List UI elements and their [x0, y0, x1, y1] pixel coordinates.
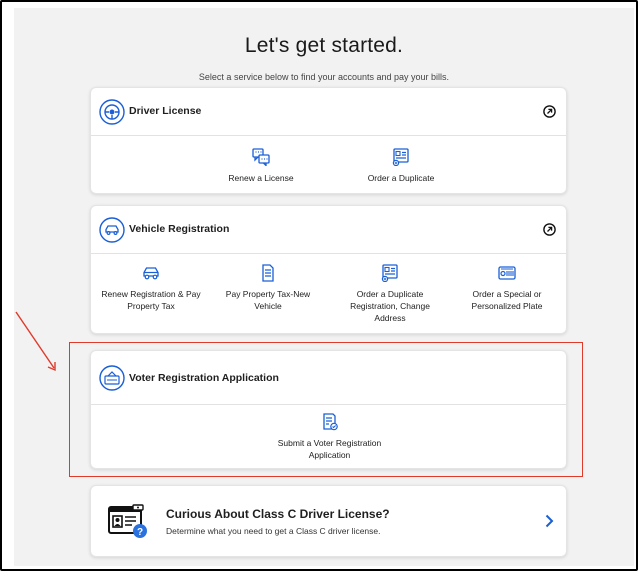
id-card-question-icon: ?: [108, 504, 147, 538]
chevron-right-icon[interactable]: [544, 514, 554, 528]
renew-registration-link[interactable]: Renew Registration & Pay Property Tax: [95, 264, 207, 312]
screenshot-frame: Let's get started. Select a service belo…: [0, 0, 638, 571]
document-icon: [262, 264, 274, 282]
id-card-icon: [381, 264, 398, 282]
external-link-icon[interactable]: [543, 105, 556, 118]
special-plate-link[interactable]: Order a Special or Personalized Plate: [451, 264, 563, 312]
page-subtitle: Select a service below to find your acco…: [198, 72, 450, 82]
chat-bubbles-icon: [252, 148, 270, 166]
vehicle-registration-header[interactable]: Vehicle Registration: [91, 206, 566, 254]
page-title: Let's get started.: [244, 34, 404, 57]
driver-license-icon: [99, 99, 125, 125]
order-duplicate-link[interactable]: Order a Duplicate: [341, 148, 461, 184]
license-plate-icon: [498, 266, 516, 280]
page-canvas: Let's get started. Select a service belo…: [14, 8, 634, 566]
vehicle-registration-card: Vehicle Registration Renew Registration …: [90, 205, 567, 334]
promo-subtitle: Determine what you need to get a Class C…: [166, 526, 381, 536]
id-card-icon: [392, 148, 409, 166]
highlight-box: [69, 342, 583, 477]
promo-title: Curious About Class C Driver License?: [166, 507, 390, 521]
car-icon: [143, 267, 159, 280]
pay-property-tax-label: Pay Property Tax-New Vehicle: [225, 289, 311, 311]
special-plate-label: Order a Special or Personalized Plate: [471, 289, 543, 311]
order-duplicate-registration-label: Order a Duplicate Registration, Change A…: [350, 289, 430, 323]
order-duplicate-label: Order a Duplicate: [367, 173, 435, 183]
annotation-arrow-icon: [15, 311, 56, 372]
pay-property-tax-link[interactable]: Pay Property Tax-New Vehicle: [212, 264, 324, 312]
vehicle-registration-title: Vehicle Registration: [129, 223, 230, 235]
renew-license-link[interactable]: Renew a License: [201, 148, 321, 184]
class-c-promo-card[interactable]: ? Curious About Class C Driver License? …: [90, 485, 567, 557]
renew-registration-label: Renew Registration & Pay Property Tax: [101, 289, 201, 311]
car-icon: [99, 217, 125, 243]
svg-text:?: ?: [137, 527, 143, 538]
order-duplicate-registration-link[interactable]: Order a Duplicate Registration, Change A…: [334, 264, 446, 324]
driver-license-title: Driver License: [129, 105, 202, 117]
external-link-icon[interactable]: [543, 223, 556, 236]
driver-license-card: Driver License Renew a License Order a D…: [90, 87, 567, 194]
renew-license-label: Renew a License: [228, 173, 294, 183]
driver-license-header[interactable]: Driver License: [91, 88, 566, 136]
